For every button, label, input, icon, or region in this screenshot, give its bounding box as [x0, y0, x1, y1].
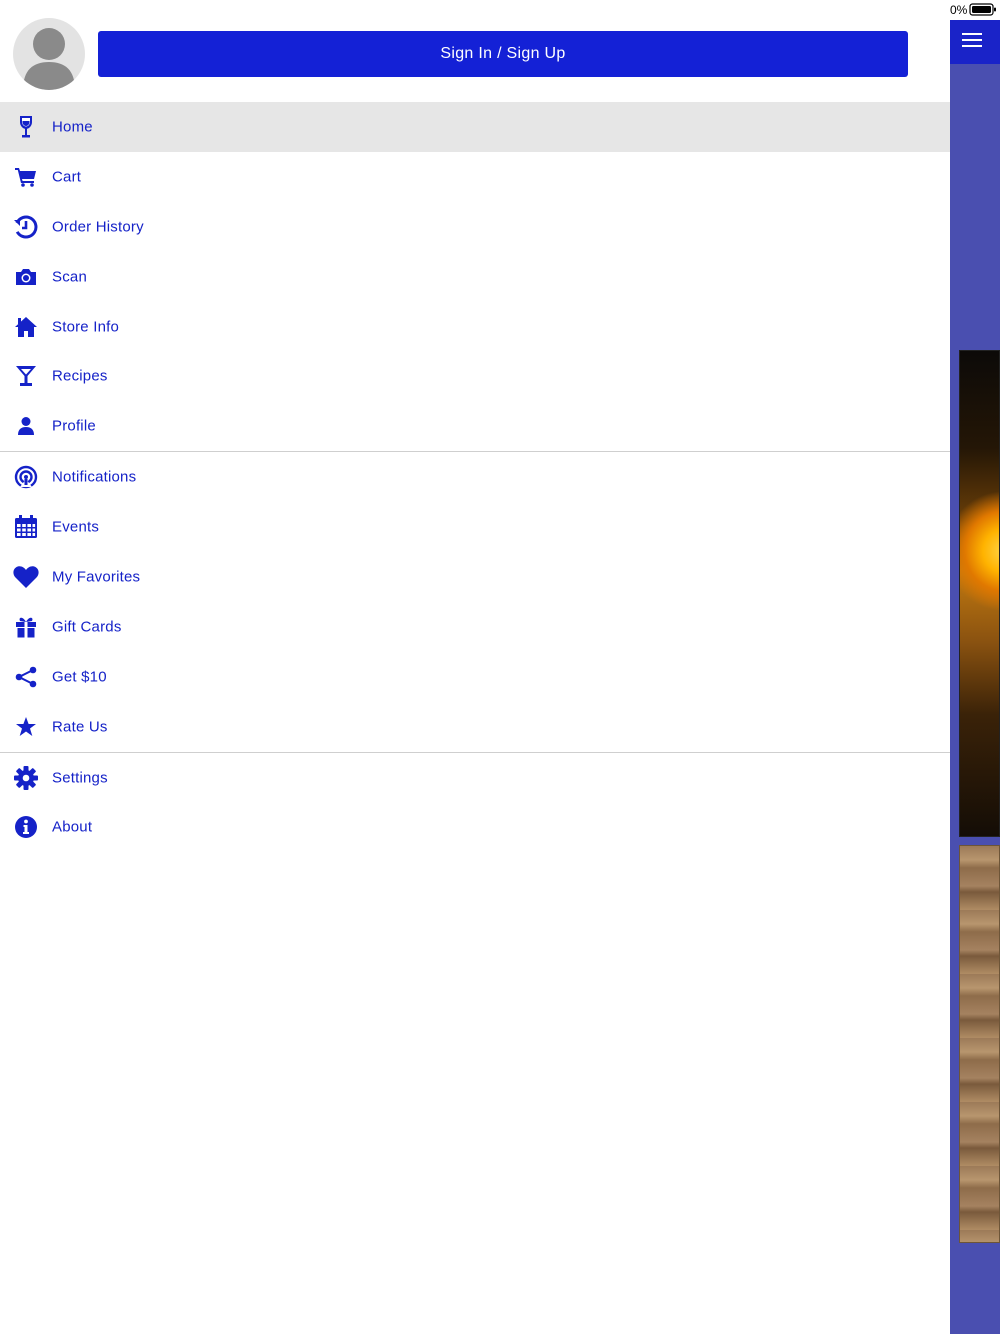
broadcast-icon	[13, 464, 39, 490]
store-icon	[13, 314, 39, 340]
menu-label: Store Info	[52, 318, 120, 335]
featured-photo-bokeh[interactable]	[959, 350, 1000, 837]
info-icon	[13, 814, 39, 840]
menu-item-settings[interactable]: Settings	[0, 753, 950, 803]
menu-item-get-10[interactable]: Get $10	[0, 652, 950, 702]
cart-icon	[13, 164, 39, 190]
menu-item-order-history[interactable]: Order History	[0, 202, 950, 252]
menu-label: Profile	[52, 417, 96, 435]
menu-label: About	[52, 818, 93, 836]
person-silhouette-icon	[23, 28, 75, 90]
heart-icon	[13, 564, 39, 590]
menu-button[interactable]	[958, 28, 986, 56]
cocktail-icon	[13, 363, 39, 389]
menu-item-notifications[interactable]: Notifications	[0, 452, 950, 502]
gear-icon	[13, 765, 39, 791]
menu-item-home[interactable]: Home	[0, 102, 950, 152]
menu-label: Scan	[52, 268, 87, 286]
avatar[interactable]	[13, 18, 85, 90]
calendar-icon	[13, 514, 39, 540]
background-app: 0%	[950, 0, 1000, 1334]
menu-label: Get $10	[52, 668, 107, 686]
navigation-drawer: Sign In / Sign Up Home Cart Order Histor…	[0, 0, 950, 1334]
wine-glass-icon	[13, 114, 39, 140]
menu-label: Gift Cards	[52, 618, 122, 636]
star-icon	[13, 714, 39, 740]
menu-item-my-favorites[interactable]: My Favorites	[0, 552, 950, 602]
gift-icon	[13, 614, 39, 640]
battery-icon	[969, 3, 997, 21]
menu-label: Rate Us	[52, 718, 108, 736]
menu-label: Cart	[52, 168, 82, 186]
menu-item-about[interactable]: About	[0, 802, 950, 852]
menu-item-store-info[interactable]: Store Info	[0, 302, 950, 352]
menu-label: Recipes	[52, 367, 108, 385]
menu-item-cart[interactable]: Cart	[0, 152, 950, 202]
menu-label: Home	[52, 118, 93, 136]
app-bar	[950, 20, 1000, 64]
menu-label: Notifications	[52, 468, 137, 486]
menu-label: Events	[52, 518, 100, 536]
menu-label: My Favorites	[52, 568, 141, 586]
menu-group-main: Home Cart Order History Scan Store Info	[0, 102, 950, 451]
menu-item-rate-us[interactable]: Rate Us	[0, 702, 950, 752]
menu-item-scan[interactable]: Scan	[0, 252, 950, 302]
menu-label: Order History	[52, 218, 144, 236]
menu-group-engagement: Notifications Events My Favorites Gift C…	[0, 452, 950, 751]
drawer-header: Sign In / Sign Up	[0, 0, 950, 102]
menu-item-recipes[interactable]: Recipes	[0, 351, 950, 401]
menu-item-profile[interactable]: Profile	[0, 401, 950, 451]
featured-photo-wood[interactable]	[959, 845, 1000, 1243]
share-icon	[13, 664, 39, 690]
sign-in-button[interactable]: Sign In / Sign Up	[98, 31, 908, 77]
person-icon	[13, 413, 39, 439]
hamburger-menu-icon	[958, 32, 986, 48]
status-bar: 0%	[950, 0, 1000, 20]
menu-label: Settings	[52, 769, 108, 787]
menu-item-gift-cards[interactable]: Gift Cards	[0, 602, 950, 652]
battery-percentage: 0%	[950, 3, 968, 17]
camera-icon	[13, 264, 39, 290]
menu-item-events[interactable]: Events	[0, 502, 950, 552]
menu-group-app: Settings About	[0, 753, 950, 853]
history-icon	[13, 214, 39, 240]
